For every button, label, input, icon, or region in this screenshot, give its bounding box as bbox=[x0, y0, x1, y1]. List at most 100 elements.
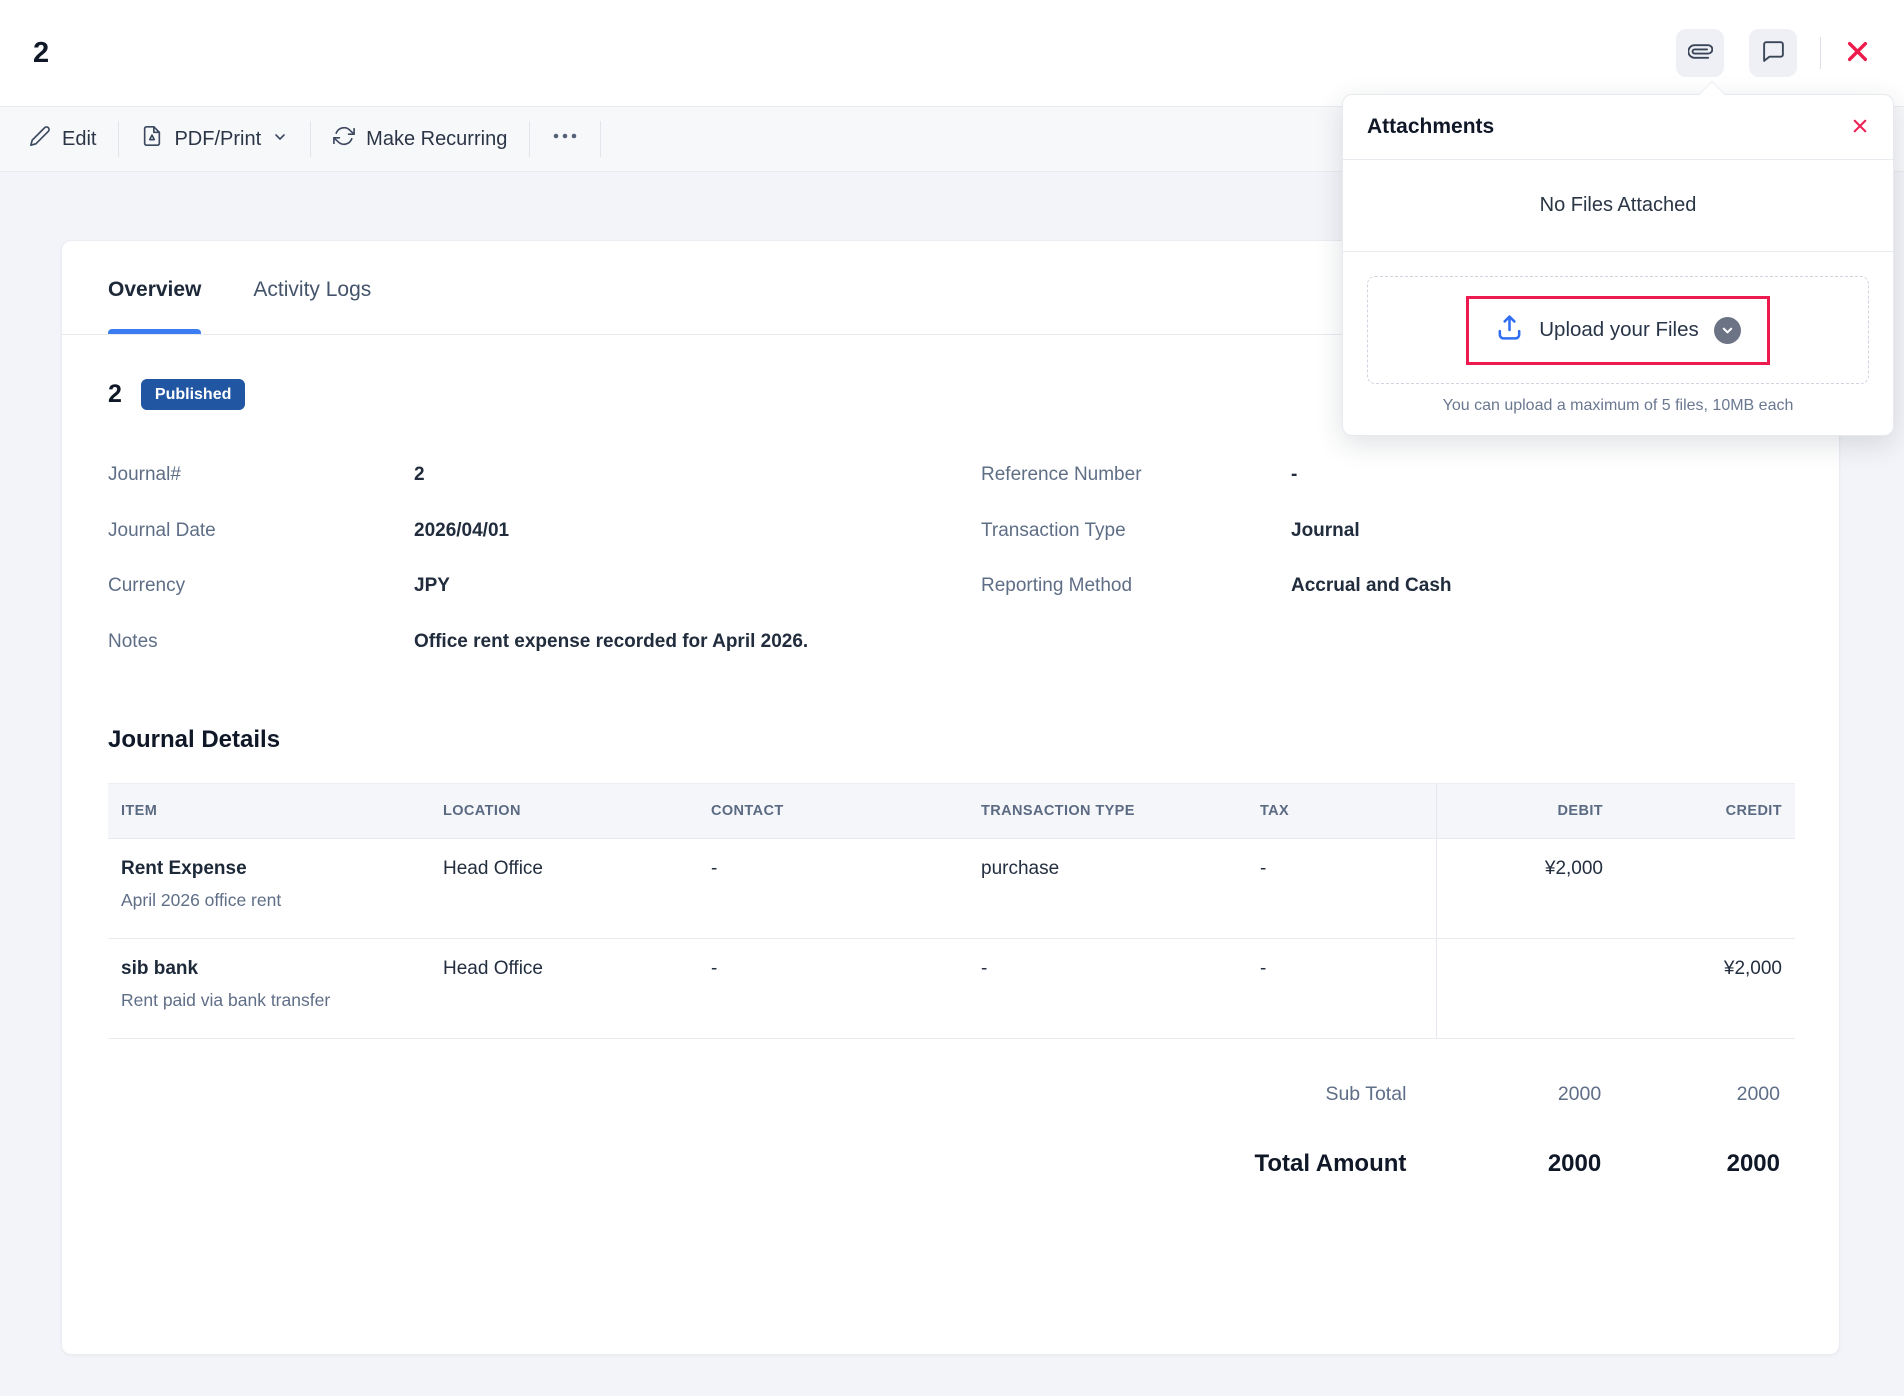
active-tab-indicator bbox=[108, 329, 201, 334]
journal-detail-screen: 2 Edit bbox=[0, 0, 1904, 1396]
header-actions bbox=[1676, 29, 1872, 77]
column-header-credit: CREDIT bbox=[1620, 784, 1795, 838]
subtotal-credit: 2000 bbox=[1618, 1083, 1793, 1106]
field-value: JPY bbox=[414, 575, 450, 597]
upload-files-button[interactable]: Upload your Files bbox=[1466, 296, 1770, 365]
field-label: Reporting Method bbox=[981, 575, 1291, 597]
chevron-down-icon bbox=[272, 128, 288, 151]
attachments-button[interactable] bbox=[1676, 29, 1724, 77]
table-header-row: ITEM LOCATION CONTACT TRANSACTION TYPE T… bbox=[108, 783, 1795, 839]
popover-header: Attachments bbox=[1343, 95, 1893, 160]
field-label: Journal Date bbox=[108, 520, 414, 542]
make-recurring-label: Make Recurring bbox=[366, 128, 507, 151]
subtotal-debit: 2000 bbox=[1434, 1083, 1618, 1106]
field-value: Journal bbox=[1291, 520, 1360, 542]
location-cell: Head Office bbox=[443, 939, 711, 1038]
column-header-item: ITEM bbox=[108, 784, 443, 838]
toolbar-separator bbox=[118, 121, 119, 157]
refresh-cycle-icon bbox=[333, 125, 355, 153]
field-label: Reference Number bbox=[981, 464, 1291, 486]
tab-overview[interactable]: Overview bbox=[108, 274, 201, 334]
status-badge: Published bbox=[141, 379, 245, 410]
journal-fields: Journal# 2 Journal Date 2026/04/01 Curre… bbox=[108, 464, 1793, 686]
credit-cell: ¥2,000 bbox=[1620, 939, 1795, 1038]
transaction-type-cell: - bbox=[981, 939, 1260, 1038]
total-amount-label: Total Amount bbox=[108, 1150, 1434, 1178]
table-row: Rent Expense April 2026 office rent Head… bbox=[108, 839, 1795, 939]
field-value: 2026/04/01 bbox=[414, 520, 509, 542]
attachments-popover: Attachments No Files Attached Upload you… bbox=[1342, 94, 1894, 436]
chat-bubble-icon bbox=[1761, 39, 1786, 67]
upload-dropzone[interactable]: Upload your Files bbox=[1367, 276, 1869, 384]
totals-section: Sub Total 2000 2000 Total Amount 2000 20… bbox=[108, 1071, 1793, 1189]
total-amount-row: Total Amount 2000 2000 bbox=[108, 1139, 1793, 1189]
pdf-print-button[interactable]: PDF/Print bbox=[141, 125, 288, 153]
ellipsis-icon bbox=[552, 125, 578, 153]
fields-left-column: Journal# 2 Journal Date 2026/04/01 Curre… bbox=[108, 464, 951, 686]
transaction-type-cell: purchase bbox=[981, 839, 1260, 938]
total-amount-credit: 2000 bbox=[1618, 1150, 1793, 1178]
item-cell: Rent Expense April 2026 office rent bbox=[108, 839, 443, 938]
field-currency: Currency JPY bbox=[108, 575, 951, 631]
edit-label: Edit bbox=[62, 128, 96, 151]
journal-details-table: ITEM LOCATION CONTACT TRANSACTION TYPE T… bbox=[108, 783, 1795, 1039]
field-value: - bbox=[1291, 464, 1297, 486]
make-recurring-button[interactable]: Make Recurring bbox=[333, 125, 507, 153]
field-value: Accrual and Cash bbox=[1291, 575, 1452, 597]
no-files-message: No Files Attached bbox=[1343, 160, 1893, 252]
total-amount-debit: 2000 bbox=[1434, 1150, 1618, 1178]
contact-cell: - bbox=[711, 939, 981, 1038]
page-title: 2 bbox=[33, 37, 49, 70]
column-header-tax: TAX bbox=[1260, 784, 1436, 838]
toolbar-separator bbox=[600, 121, 601, 157]
location-cell: Head Office bbox=[443, 839, 711, 938]
file-pdf-icon bbox=[141, 125, 163, 153]
chevron-circle-icon[interactable] bbox=[1714, 317, 1741, 344]
upload-hint: You can upload a maximum of 5 files, 10M… bbox=[1367, 397, 1869, 415]
tab-overview-label: Overview bbox=[108, 278, 201, 302]
upload-icon bbox=[1495, 313, 1524, 348]
tax-cell: - bbox=[1260, 839, 1436, 938]
field-label: Notes bbox=[108, 631, 414, 653]
close-page-button[interactable] bbox=[1842, 38, 1872, 68]
field-reference-number: Reference Number - bbox=[981, 464, 1452, 520]
column-header-debit: DEBIT bbox=[1436, 784, 1620, 838]
field-journal-number: Journal# 2 bbox=[108, 464, 951, 520]
field-journal-date: Journal Date 2026/04/01 bbox=[108, 520, 951, 576]
journal-details-heading: Journal Details bbox=[108, 726, 1793, 754]
debit-cell: ¥2,000 bbox=[1436, 839, 1620, 938]
subtotal-label: Sub Total bbox=[108, 1083, 1434, 1106]
upload-button-label: Upload your Files bbox=[1539, 318, 1699, 342]
close-icon bbox=[1844, 38, 1871, 68]
fields-right-column: Reference Number - Transaction Type Jour… bbox=[951, 464, 1452, 686]
more-actions-button[interactable] bbox=[552, 125, 578, 153]
field-notes: Notes Office rent expense recorded for A… bbox=[108, 631, 951, 687]
tab-activity-logs-label: Activity Logs bbox=[253, 278, 371, 302]
item-description: April 2026 office rent bbox=[121, 890, 443, 911]
item-name: Rent Expense bbox=[121, 858, 443, 880]
edit-button[interactable]: Edit bbox=[29, 125, 96, 153]
upload-section: Upload your Files You can upload a maxim… bbox=[1343, 252, 1893, 435]
field-value: 2 bbox=[414, 464, 425, 486]
popover-close-button[interactable] bbox=[1851, 117, 1869, 138]
close-icon bbox=[1851, 117, 1869, 138]
column-header-transaction-type: TRANSACTION TYPE bbox=[981, 784, 1260, 838]
field-reporting-method: Reporting Method Accrual and Cash bbox=[981, 575, 1452, 631]
toolbar-separator bbox=[310, 121, 311, 157]
comments-button[interactable] bbox=[1749, 29, 1797, 77]
popover-title: Attachments bbox=[1367, 115, 1494, 139]
tax-cell: - bbox=[1260, 939, 1436, 1038]
field-transaction-type: Transaction Type Journal bbox=[981, 520, 1452, 576]
item-cell: sib bank Rent paid via bank transfer bbox=[108, 939, 443, 1038]
column-header-contact: CONTACT bbox=[711, 784, 981, 838]
field-label: Transaction Type bbox=[981, 520, 1291, 542]
paperclip-icon bbox=[1688, 39, 1713, 67]
field-value: Office rent expense recorded for April 2… bbox=[414, 631, 808, 653]
top-header: 2 bbox=[0, 0, 1904, 106]
credit-cell bbox=[1620, 839, 1795, 938]
header-divider bbox=[1820, 37, 1821, 69]
tab-activity-logs[interactable]: Activity Logs bbox=[253, 274, 371, 334]
table-row: sib bank Rent paid via bank transfer Hea… bbox=[108, 939, 1795, 1039]
field-label: Journal# bbox=[108, 464, 414, 486]
item-name: sib bank bbox=[121, 958, 443, 980]
